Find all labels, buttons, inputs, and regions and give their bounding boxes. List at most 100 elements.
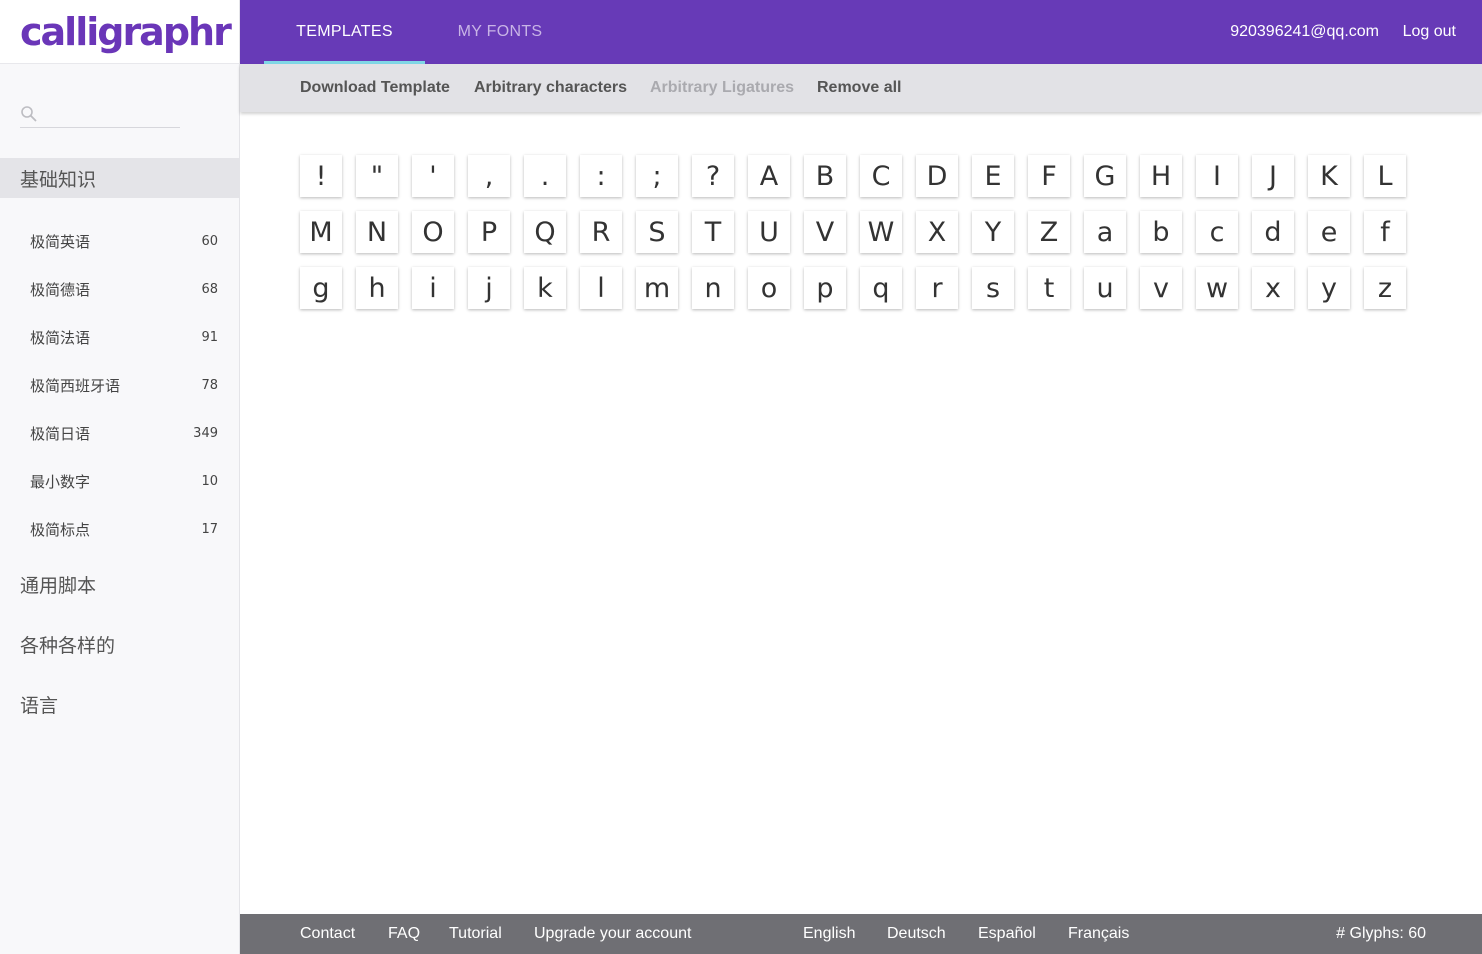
sidebar-section-label: 各种各样的 xyxy=(20,634,116,657)
glyph-cell[interactable]: ; xyxy=(636,155,678,197)
arbitrary-characters-button[interactable]: Arbitrary characters xyxy=(474,64,627,112)
glyph-cell[interactable]: r xyxy=(916,267,958,309)
search-box[interactable] xyxy=(20,104,219,128)
language-espanol-link[interactable]: Español xyxy=(978,914,1036,954)
glyph-cell[interactable]: b xyxy=(1140,211,1182,253)
glyph-cell[interactable]: w xyxy=(1196,267,1238,309)
glyph-cell[interactable]: G xyxy=(1084,155,1126,197)
glyph-cell[interactable]: n xyxy=(692,267,734,309)
logout-button[interactable]: Log out xyxy=(1403,0,1456,64)
tab-templates[interactable]: TEMPLATES xyxy=(264,0,425,64)
glyph-cell[interactable]: X xyxy=(916,211,958,253)
sidebar-section-languages[interactable]: 语言 xyxy=(0,684,240,724)
glyph-cell[interactable]: L xyxy=(1364,155,1406,197)
search-icon xyxy=(20,105,38,127)
language-deutsch-link[interactable]: Deutsch xyxy=(887,914,946,954)
glyph-cell[interactable]: T xyxy=(692,211,734,253)
contact-link[interactable]: Contact xyxy=(300,914,355,954)
glyph-cell[interactable]: E xyxy=(972,155,1014,197)
glyph-cell[interactable]: K xyxy=(1308,155,1350,197)
glyph-cell[interactable]: W xyxy=(860,211,902,253)
glyph-cell[interactable]: j xyxy=(468,267,510,309)
glyph-cell[interactable]: " xyxy=(356,155,398,197)
glyph-cell[interactable]: y xyxy=(1308,267,1350,309)
sidebar-section-basics[interactable]: 基础知识 xyxy=(0,158,240,198)
tutorial-link[interactable]: Tutorial xyxy=(449,914,502,954)
glyph-cell[interactable]: H xyxy=(1140,155,1182,197)
glyph-row: ! " ',.:;? A B C D E F G H I J K L xyxy=(300,155,1420,197)
glyph-cell[interactable]: ! xyxy=(300,155,342,197)
sidebar-item-label: 极简法语 xyxy=(30,328,91,347)
glyph-cell[interactable]: . xyxy=(524,155,566,197)
glyph-cell[interactable]: P xyxy=(468,211,510,253)
glyph-cell[interactable]: q xyxy=(860,267,902,309)
glyph-cell[interactable]: J xyxy=(1252,155,1294,197)
glyph-cell[interactable]: c xyxy=(1196,211,1238,253)
glyph-cell[interactable]: e xyxy=(1308,211,1350,253)
search-input[interactable] xyxy=(38,104,219,127)
glyph-cell[interactable]: Q xyxy=(524,211,566,253)
glyph-cell[interactable]: g xyxy=(300,267,342,309)
glyph-cell[interactable]: : xyxy=(580,155,622,197)
remove-all-button[interactable]: Remove all xyxy=(817,64,901,112)
sidebar-item-minimal-spanish[interactable]: 极简西班牙语 78 xyxy=(0,367,240,403)
language-francais-link[interactable]: Français xyxy=(1068,914,1129,954)
glyph-cell[interactable]: A xyxy=(748,155,790,197)
sidebar-item-minimal-punctuation[interactable]: 极简标点 17 xyxy=(0,511,240,547)
glyph-count: # Glyphs: 60 xyxy=(1336,925,1426,942)
user-email-link[interactable]: 920396241@qq.com xyxy=(1230,0,1379,64)
glyph-cell[interactable]: ? xyxy=(692,155,734,197)
glyph-cell[interactable]: h xyxy=(356,267,398,309)
glyph-cell[interactable]: F xyxy=(1028,155,1070,197)
glyph-cell[interactable]: s xyxy=(972,267,1014,309)
glyph-cell[interactable]: Z xyxy=(1028,211,1070,253)
sidebar-item-minimal-english[interactable]: 极简英语 60 xyxy=(0,223,240,259)
glyph-cell[interactable]: z xyxy=(1364,267,1406,309)
glyph-cell[interactable]: U xyxy=(748,211,790,253)
glyph-cell[interactable]: V xyxy=(804,211,846,253)
language-english-link[interactable]: English xyxy=(803,914,855,954)
arbitrary-ligatures-button[interactable]: Arbitrary Ligatures xyxy=(650,64,794,112)
glyph-cell[interactable]: x xyxy=(1252,267,1294,309)
glyph-cell[interactable]: p xyxy=(804,267,846,309)
sidebar-item-count: 78 xyxy=(201,377,218,393)
glyph-cell[interactable]: i xyxy=(412,267,454,309)
glyph-cell[interactable]: k xyxy=(524,267,566,309)
sidebar-item-minimal-japanese[interactable]: 极简日语 349 xyxy=(0,415,240,451)
glyph-cell[interactable]: d xyxy=(1252,211,1294,253)
sidebar-item-minimal-french[interactable]: 极简法语 91 xyxy=(0,319,240,355)
glyph-cell[interactable]: m xyxy=(636,267,678,309)
glyph-cell[interactable]: , xyxy=(468,155,510,197)
glyph-cell[interactable]: l xyxy=(580,267,622,309)
glyph-cell[interactable]: u xyxy=(1084,267,1126,309)
glyph-cell[interactable]: S xyxy=(636,211,678,253)
tab-my-fonts[interactable]: MY FONTS xyxy=(425,0,575,64)
glyph-cell[interactable]: N xyxy=(356,211,398,253)
glyph-cell[interactable]: v xyxy=(1140,267,1182,309)
sidebar-section-common-scripts[interactable]: 通用脚本 xyxy=(0,564,240,604)
sidebar-section-miscellaneous[interactable]: 各种各样的 xyxy=(0,624,240,664)
glyph-cell[interactable]: I xyxy=(1196,155,1238,197)
glyph-cell[interactable]: D xyxy=(916,155,958,197)
glyph-row: ghijklmnopqrstuvwxyz xyxy=(300,267,1420,309)
sidebar-item-minimal-german[interactable]: 极简德语 68 xyxy=(0,271,240,307)
glyph-cell[interactable]: B xyxy=(804,155,846,197)
upgrade-account-link[interactable]: Upgrade your account xyxy=(534,914,691,954)
faq-link[interactable]: FAQ xyxy=(388,914,420,954)
glyph-cell[interactable]: C xyxy=(860,155,902,197)
download-template-button[interactable]: Download Template xyxy=(300,64,450,112)
glyph-cell[interactable]: a xyxy=(1084,211,1126,253)
logo-text: calligraphr xyxy=(20,9,232,54)
glyph-cell[interactable]: ' xyxy=(412,155,454,197)
logo[interactable]: calligraphr xyxy=(0,0,239,64)
sidebar-item-minimal-numbers[interactable]: 最小数字 10 xyxy=(0,463,240,499)
glyph-cell[interactable]: t xyxy=(1028,267,1070,309)
sidebar: calligraphr 基础知识 极简英语 60 极简德语 68 极简法语 91 xyxy=(0,0,240,954)
sidebar-item-count: 68 xyxy=(201,281,218,297)
glyph-cell[interactable]: O xyxy=(412,211,454,253)
glyph-cell[interactable]: M xyxy=(300,211,342,253)
glyph-cell[interactable]: f xyxy=(1364,211,1406,253)
glyph-cell[interactable]: o xyxy=(748,267,790,309)
glyph-cell[interactable]: R xyxy=(580,211,622,253)
glyph-cell[interactable]: Y xyxy=(972,211,1014,253)
